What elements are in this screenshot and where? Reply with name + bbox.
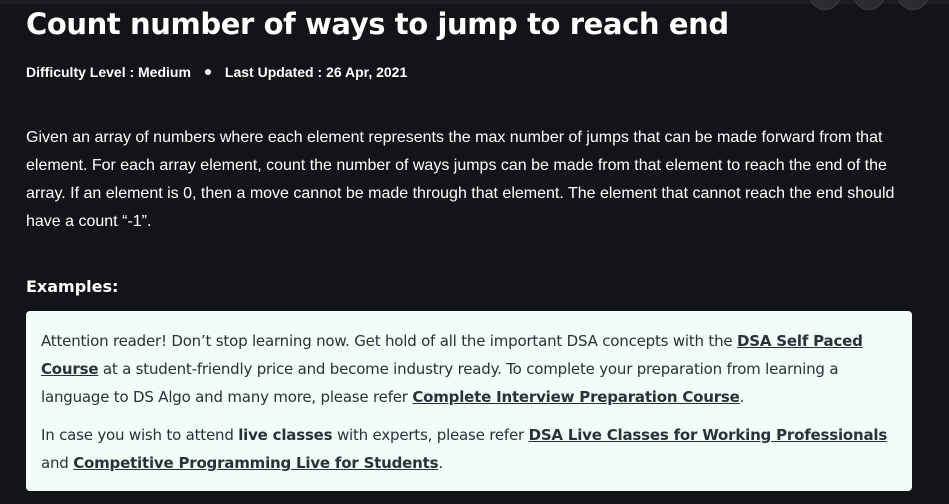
article-title: Count number of ways to jump to reach en… bbox=[26, 7, 729, 41]
notice-text: with experts, please refer bbox=[332, 426, 529, 444]
notice-text: and bbox=[41, 454, 74, 472]
meta-separator-dot bbox=[204, 69, 211, 75]
notice-text: Attention reader! Don’t stop learning no… bbox=[41, 332, 738, 350]
attention-notice-box: Attention reader! Don’t stop learning no… bbox=[26, 311, 912, 491]
notice-text: . bbox=[739, 388, 745, 406]
dsa-live-classes-link[interactable]: DSA Live Classes for Working Professiona… bbox=[529, 426, 888, 444]
live-classes-emphasis: live classes bbox=[238, 426, 333, 444]
toolbar-button-1[interactable] bbox=[809, 0, 841, 10]
notice-text: In case you wish to attend bbox=[41, 426, 239, 444]
toolbar-button-3[interactable] bbox=[897, 0, 929, 10]
top-toolbar bbox=[809, 0, 929, 10]
notice-paragraph-2: In case you wish to attend live classes … bbox=[41, 421, 892, 477]
notice-paragraph-1: Attention reader! Don’t stop learning no… bbox=[41, 327, 892, 411]
toolbar-button-2[interactable] bbox=[853, 0, 885, 10]
examples-heading: Examples: bbox=[26, 277, 119, 296]
complete-interview-preparation-course-link[interactable]: Complete Interview Preparation Course bbox=[412, 388, 739, 406]
article-meta: Difficulty Level : Medium Last Updated :… bbox=[26, 62, 407, 82]
competitive-programming-live-link[interactable]: Competitive Programming Live for Student… bbox=[73, 454, 438, 472]
notice-text: . bbox=[438, 454, 443, 472]
difficulty-level: Difficulty Level : Medium bbox=[26, 64, 191, 80]
last-updated: Last Updated : 26 Apr, 2021 bbox=[224, 64, 408, 80]
problem-description: Given an array of numbers where each ele… bbox=[26, 129, 895, 230]
